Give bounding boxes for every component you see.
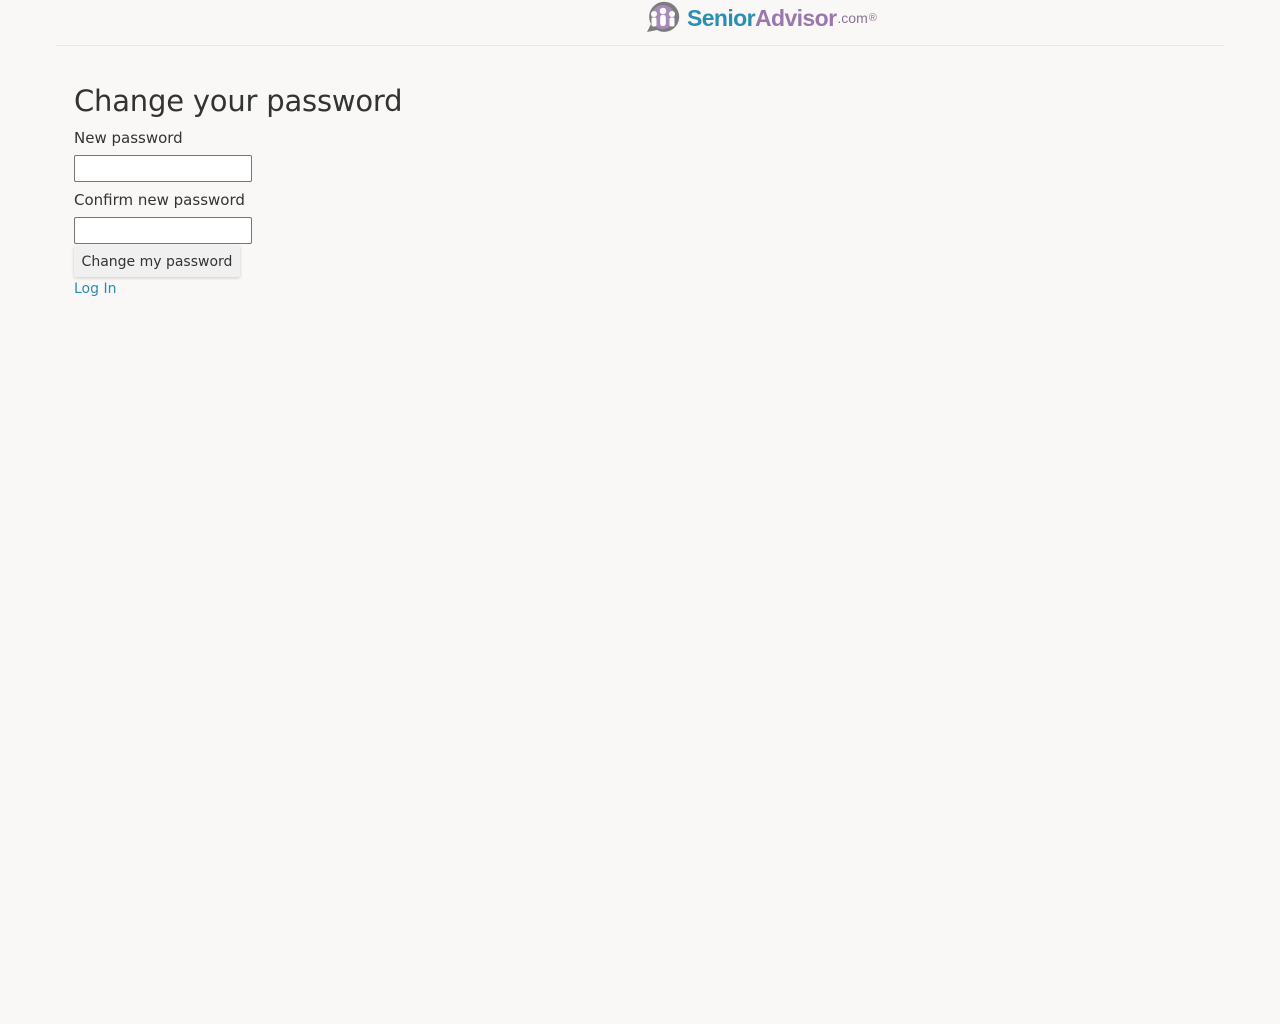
logo-domain-suffix: .com — [837, 10, 868, 26]
logo-wordmark: SeniorAdvisor — [687, 4, 837, 31]
login-link[interactable]: Log In — [74, 280, 116, 298]
new-password-input[interactable] — [74, 155, 252, 182]
site-header: SeniorAdvisor .com ® — [56, 0, 1224, 46]
page-title: Change your password — [74, 84, 403, 118]
logo-word-advisor: Advisor — [754, 4, 837, 31]
logo-word-senior: Senior — [687, 4, 756, 31]
confirm-password-label: Confirm new password — [74, 191, 245, 209]
people-speech-bubble-logo-icon — [647, 1, 680, 32]
new-password-label: New password — [74, 129, 183, 147]
change-password-form: Change your password New password Confir… — [74, 82, 403, 298]
confirm-password-input[interactable] — [74, 217, 252, 244]
senioradvisor-logo[interactable]: SeniorAdvisor .com ® — [641, 1, 877, 35]
registered-mark: ® — [868, 12, 877, 24]
page: SeniorAdvisor .com ® Change your passwor… — [0, 0, 1280, 1024]
change-password-button[interactable]: Change my password — [74, 246, 240, 277]
